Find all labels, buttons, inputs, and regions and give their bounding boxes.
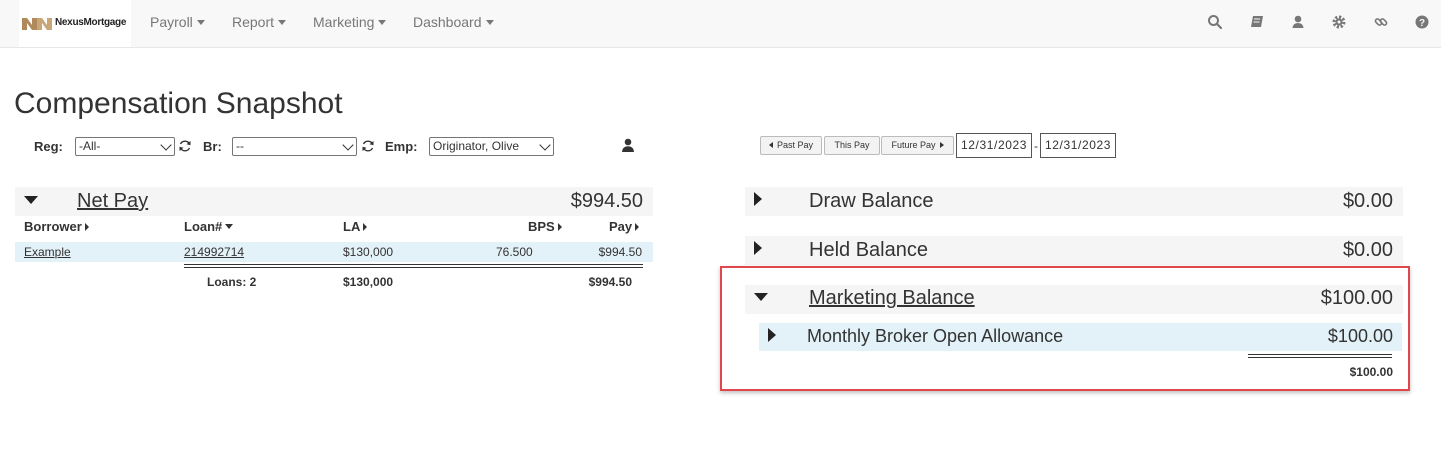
col-borrower-label: Borrower [24,219,82,234]
chevron-down-icon [278,20,287,25]
nav-marketing-label: Marketing [313,14,375,30]
loans-count: Loans: 2 [207,275,257,289]
emp-value: Originator, Olive [433,139,520,153]
chevron-down-icon [196,20,205,25]
chevron-down-icon [485,20,494,25]
sort-icon [557,223,562,231]
reg-select[interactable]: -All- [75,137,175,156]
caret-right-icon [939,142,944,148]
br-label: Br: [203,139,222,154]
bps-value: 76.500 [496,245,533,259]
date-separator: - [1034,139,1038,153]
chevron-down-icon [378,20,387,25]
la-value: $130,000 [343,245,394,259]
sort-icon [635,223,640,231]
sort-desc-icon [225,224,234,229]
total-divider [184,264,643,268]
net-pay-label[interactable]: Net Pay [77,190,148,213]
page-title: Compensation Snapshot [14,87,343,120]
col-pay-label: Pay [609,219,633,234]
expand-icon[interactable] [754,241,762,255]
nav-dashboard-label: Dashboard [413,14,482,30]
past-pay-label: Past Pay [776,140,814,150]
nav-payroll[interactable]: Payroll [150,14,205,30]
col-pay[interactable]: Pay [609,219,640,234]
col-loan[interactable]: Loan# [184,219,234,234]
col-bps[interactable]: BPS [528,219,562,234]
refresh-icon[interactable] [361,139,375,153]
nav-dashboard[interactable]: Dashboard [413,14,494,30]
pay-total: $994.50 [588,275,632,289]
draw-balance-amount: $0.00 [1342,190,1393,212]
this-pay-label: This Pay [834,140,870,150]
draw-balance-label: Draw Balance [809,190,934,212]
svg-text:?: ? [1419,18,1425,29]
chevron-down-icon [539,139,551,151]
col-la[interactable]: LA [343,219,368,234]
future-pay-label: Future Pay [891,140,936,150]
link-icon[interactable] [1373,14,1389,30]
this-pay-button[interactable]: This Pay [824,136,880,155]
help-icon[interactable]: ? [1414,14,1430,30]
br-value: -- [236,139,244,153]
brand-name: NexusMortgage [55,17,127,28]
gear-icon[interactable] [1331,14,1347,30]
chevron-down-icon [160,139,172,151]
expand-icon[interactable] [754,192,762,206]
held-balance-label: Held Balance [809,239,928,261]
highlight-box [720,266,1410,391]
nav-marketing[interactable]: Marketing [313,14,387,30]
refresh-icon[interactable] [178,139,192,153]
table-row [15,242,653,262]
net-pay-amount: $994.50 [570,190,643,212]
col-borrower[interactable]: Borrower [24,219,89,234]
search-icon[interactable] [1207,14,1223,30]
person-icon[interactable] [621,138,635,153]
past-pay-button[interactable]: Past Pay [760,136,822,155]
col-loan-label: Loan# [184,219,223,234]
nav-payroll-label: Payroll [150,14,193,30]
col-bps-label: BPS [528,219,555,234]
brand-logo[interactable]: NexusMortgage [19,0,131,47]
br-select[interactable]: -- [232,137,357,156]
emp-select[interactable]: Originator, Olive [429,137,554,156]
end-date-input[interactable]: 12/31/2023 [1040,133,1117,158]
future-pay-button[interactable]: Future Pay [881,136,954,155]
reg-label: Reg: [34,139,63,154]
user-icon[interactable] [1290,14,1306,30]
chevron-down-icon [342,139,354,151]
logo-mark-icon [22,18,52,30]
loan-link[interactable]: 214992714 [184,245,244,259]
sort-icon [84,223,89,231]
col-la-label: LA [343,219,361,234]
la-total: $130,000 [343,275,394,289]
collapse-icon[interactable] [24,196,38,204]
borrower-link[interactable]: Example [24,245,71,259]
reg-value: -All- [79,139,101,153]
held-balance-amount: $0.00 [1342,239,1393,261]
nav-report[interactable]: Report [232,14,287,30]
start-date-input[interactable]: 12/31/2023 [956,133,1033,158]
emp-label: Emp: [385,139,418,154]
book-icon[interactable] [1249,14,1265,30]
pay-value: $994.50 [598,245,642,259]
caret-left-icon [768,142,773,148]
top-navbar: NexusMortgage Payroll Report Marketing D… [0,0,1441,48]
nav-report-label: Report [232,14,275,30]
sort-icon [363,223,368,231]
